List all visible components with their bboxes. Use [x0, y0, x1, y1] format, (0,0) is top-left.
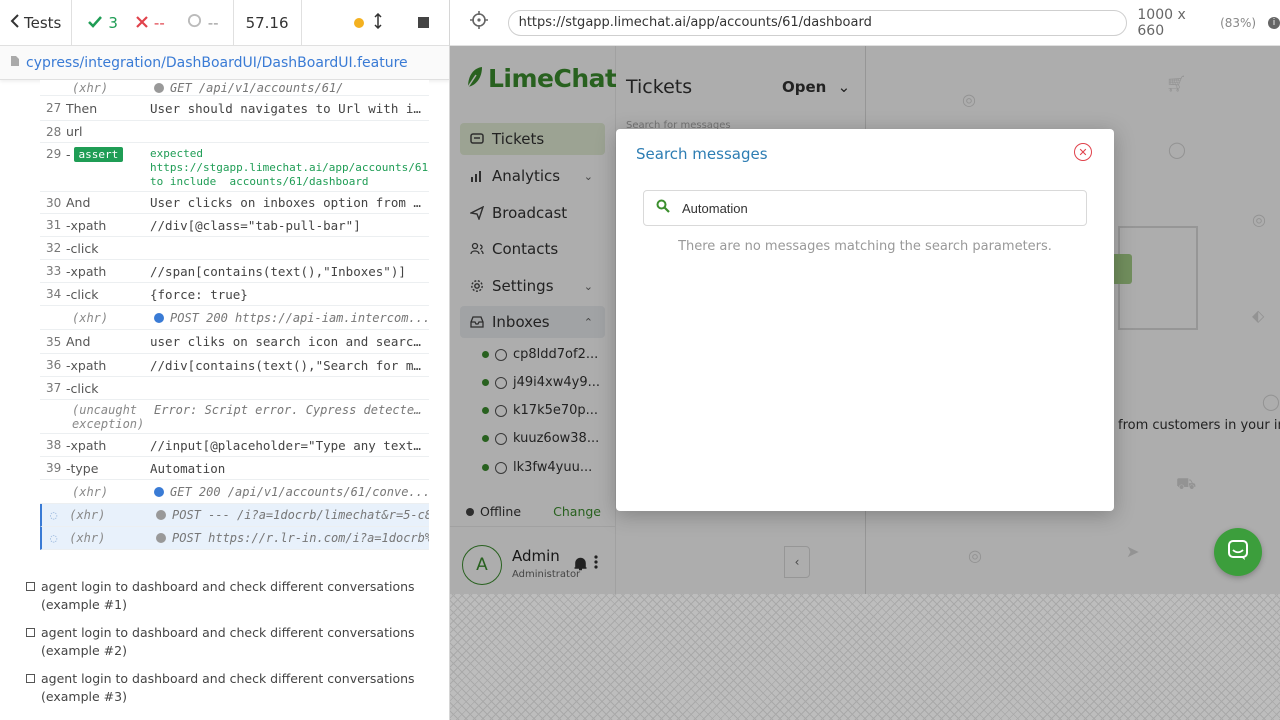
viewport-info: 1000 x 660 (83%) i — [1127, 7, 1280, 39]
chat-icon — [1227, 539, 1249, 565]
no-results-message: There are no messages matching the searc… — [678, 239, 1052, 254]
spec-path-link[interactable]: cypress/integration/DashBoardUI/DashBoar… — [26, 55, 408, 71]
passed-count[interactable]: 3 — [72, 14, 126, 32]
log-row-xhr-pending[interactable]: ◌ (xhr) POST --- /i?a=1docrb/limechat&r=… — [40, 504, 429, 527]
log-row[interactable]: 27 Then User should navigates to Url wit… — [40, 96, 429, 121]
xhr-dot-icon — [154, 312, 164, 323]
log-row[interactable]: 37 -click — [40, 377, 429, 400]
tests-back-button[interactable]: Tests — [0, 0, 73, 46]
command-log: (xhr) GET /api/v1/accounts/61/ 27 Then U… — [40, 80, 429, 550]
failed-count[interactable]: -- — [126, 14, 173, 32]
log-row[interactable]: 30 And User clicks on inboxes option fro… — [40, 192, 429, 214]
xhr-dot-icon — [156, 510, 166, 520]
test-item[interactable]: agent login to dashboard and check diffe… — [26, 578, 426, 614]
log-row-xhr-pending[interactable]: ◌ (xhr) POST https://r.lr-in.com/i?a=1do… — [40, 527, 429, 550]
log-row[interactable]: 36 -xpath //div[contains(text(),"Search … — [40, 354, 429, 377]
xhr-dot-icon — [156, 533, 166, 543]
check-icon — [88, 14, 103, 32]
checkbox-icon — [26, 628, 35, 637]
xhr-dot-icon — [154, 82, 164, 93]
file-icon — [10, 55, 20, 71]
spec-path-bar: cypress/integration/DashBoardUI/DashBoar… — [0, 46, 449, 80]
log-row[interactable]: 39 -type Automation — [40, 457, 429, 480]
checkbox-icon — [26, 582, 35, 591]
run-controls — [302, 12, 429, 33]
selector-playground-button[interactable] — [450, 11, 508, 34]
tests-label: Tests — [24, 13, 62, 32]
search-messages-input[interactable] — [682, 200, 1062, 216]
log-row-xhr[interactable]: (xhr) GET /api/v1/accounts/61/ — [40, 80, 429, 96]
log-row[interactable]: 38 -xpath //input[@placeholder="Type any… — [40, 434, 429, 457]
log-row[interactable]: 28 url — [40, 121, 429, 143]
aut-url-bar[interactable]: https://stgapp.limechat.ai/app/accounts/… — [507, 9, 1128, 36]
aut-header: https://stgapp.limechat.ai/app/accounts/… — [450, 0, 1280, 46]
spinner-icon: ◌ — [50, 508, 58, 522]
log-row-uncaught-exception[interactable]: (uncaught exception) Error: Script error… — [40, 400, 429, 434]
application-under-test: LimeChat Tickets Analytics ⌄ Broadcast C… — [450, 46, 1280, 594]
spinner-icon — [187, 13, 202, 32]
log-row[interactable]: 31 -xpath //div[@class="tab-pull-bar"] — [40, 214, 429, 237]
modal-title: Search messages — [636, 145, 768, 163]
runner-toolbar: Tests 3 -- -- 57.16 — [0, 0, 449, 46]
xhr-dot-icon — [154, 486, 164, 497]
test-item[interactable]: agent login to dashboard and check diffe… — [26, 670, 426, 706]
log-row[interactable]: 35 And user cliks on search icon and sea… — [40, 330, 429, 354]
log-row-xhr[interactable]: (xhr) POST 200 https://api-iam.intercom.… — [40, 306, 429, 330]
checkbox-icon — [26, 674, 35, 683]
assert-badge: assert — [73, 147, 124, 162]
resize-arrows-icon[interactable] — [373, 12, 382, 33]
close-icon: ✕ — [1078, 145, 1088, 159]
stop-icon[interactable] — [417, 17, 429, 28]
test-item[interactable]: agent login to dashboard and check diffe… — [26, 624, 426, 660]
search-messages-field[interactable] — [643, 190, 1087, 226]
spinner-icon: ◌ — [50, 531, 58, 545]
log-row[interactable]: 34 -click {force: true} — [40, 283, 429, 306]
log-row-xhr[interactable]: (xhr) GET 200 /api/v1/accounts/61/conve.… — [40, 480, 429, 504]
log-row[interactable]: 33 -xpath //span[contains(text(),"Inboxe… — [40, 260, 429, 283]
log-row-assert[interactable]: 29 - assert expected https://stgapp.lime… — [40, 143, 429, 192]
crosshair-icon — [469, 11, 488, 34]
run-duration: 57.16 — [232, 0, 302, 46]
chevron-left-icon — [10, 13, 20, 32]
close-modal-button[interactable]: ✕ — [1074, 143, 1092, 161]
aut-empty-area — [450, 594, 1280, 720]
running-indicator-icon — [353, 17, 364, 28]
intercom-launcher[interactable] — [1214, 528, 1262, 576]
cypress-runner-panel: Tests 3 -- -- 57.16 cypress/integration/… — [0, 0, 450, 720]
pending-count[interactable]: -- — [173, 13, 233, 32]
x-icon — [136, 14, 148, 32]
search-messages-modal: Search messages ✕ There are no messages … — [616, 129, 1114, 511]
log-row[interactable]: 32 -click — [40, 237, 429, 260]
assert-message: expected https://stgapp.limechat.ai/app/… — [150, 147, 429, 188]
search-icon — [656, 199, 670, 217]
info-icon[interactable]: i — [1268, 16, 1280, 29]
